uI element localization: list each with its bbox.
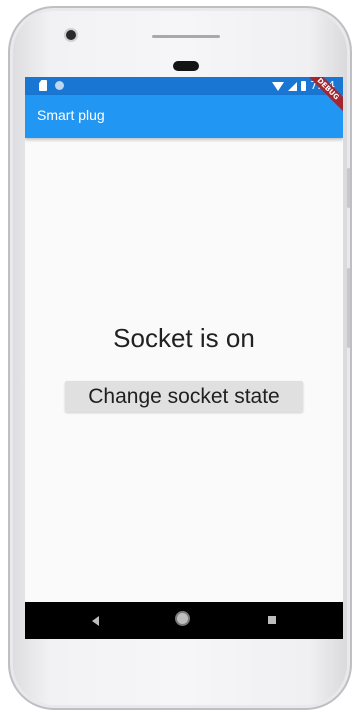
power-button (347, 168, 350, 208)
main-content: Socket is on Change socket state (25, 138, 343, 602)
notification-dot-icon (55, 81, 64, 90)
speaker-grille (152, 35, 220, 38)
home-icon[interactable] (177, 613, 188, 624)
back-icon[interactable] (92, 616, 99, 626)
cell-signal-icon (288, 81, 298, 91)
socket-status-text: Socket is on (113, 323, 255, 353)
battery-icon (301, 81, 307, 91)
recents-icon[interactable] (268, 616, 276, 624)
app-bar: Smart plug (25, 95, 343, 138)
device-screen: 7:04 Smart plug DEBUG Socket is on Chang… (25, 77, 343, 639)
status-left (39, 80, 64, 91)
app-title: Smart plug (37, 107, 105, 123)
change-socket-state-button[interactable]: Change socket state (65, 381, 303, 412)
earpiece (173, 61, 199, 71)
volume-button (347, 268, 350, 348)
sim-card-icon (39, 80, 47, 91)
status-bar: 7:04 (25, 77, 343, 95)
front-camera (66, 30, 76, 40)
navigation-bar (25, 602, 343, 639)
wifi-icon (272, 81, 285, 91)
